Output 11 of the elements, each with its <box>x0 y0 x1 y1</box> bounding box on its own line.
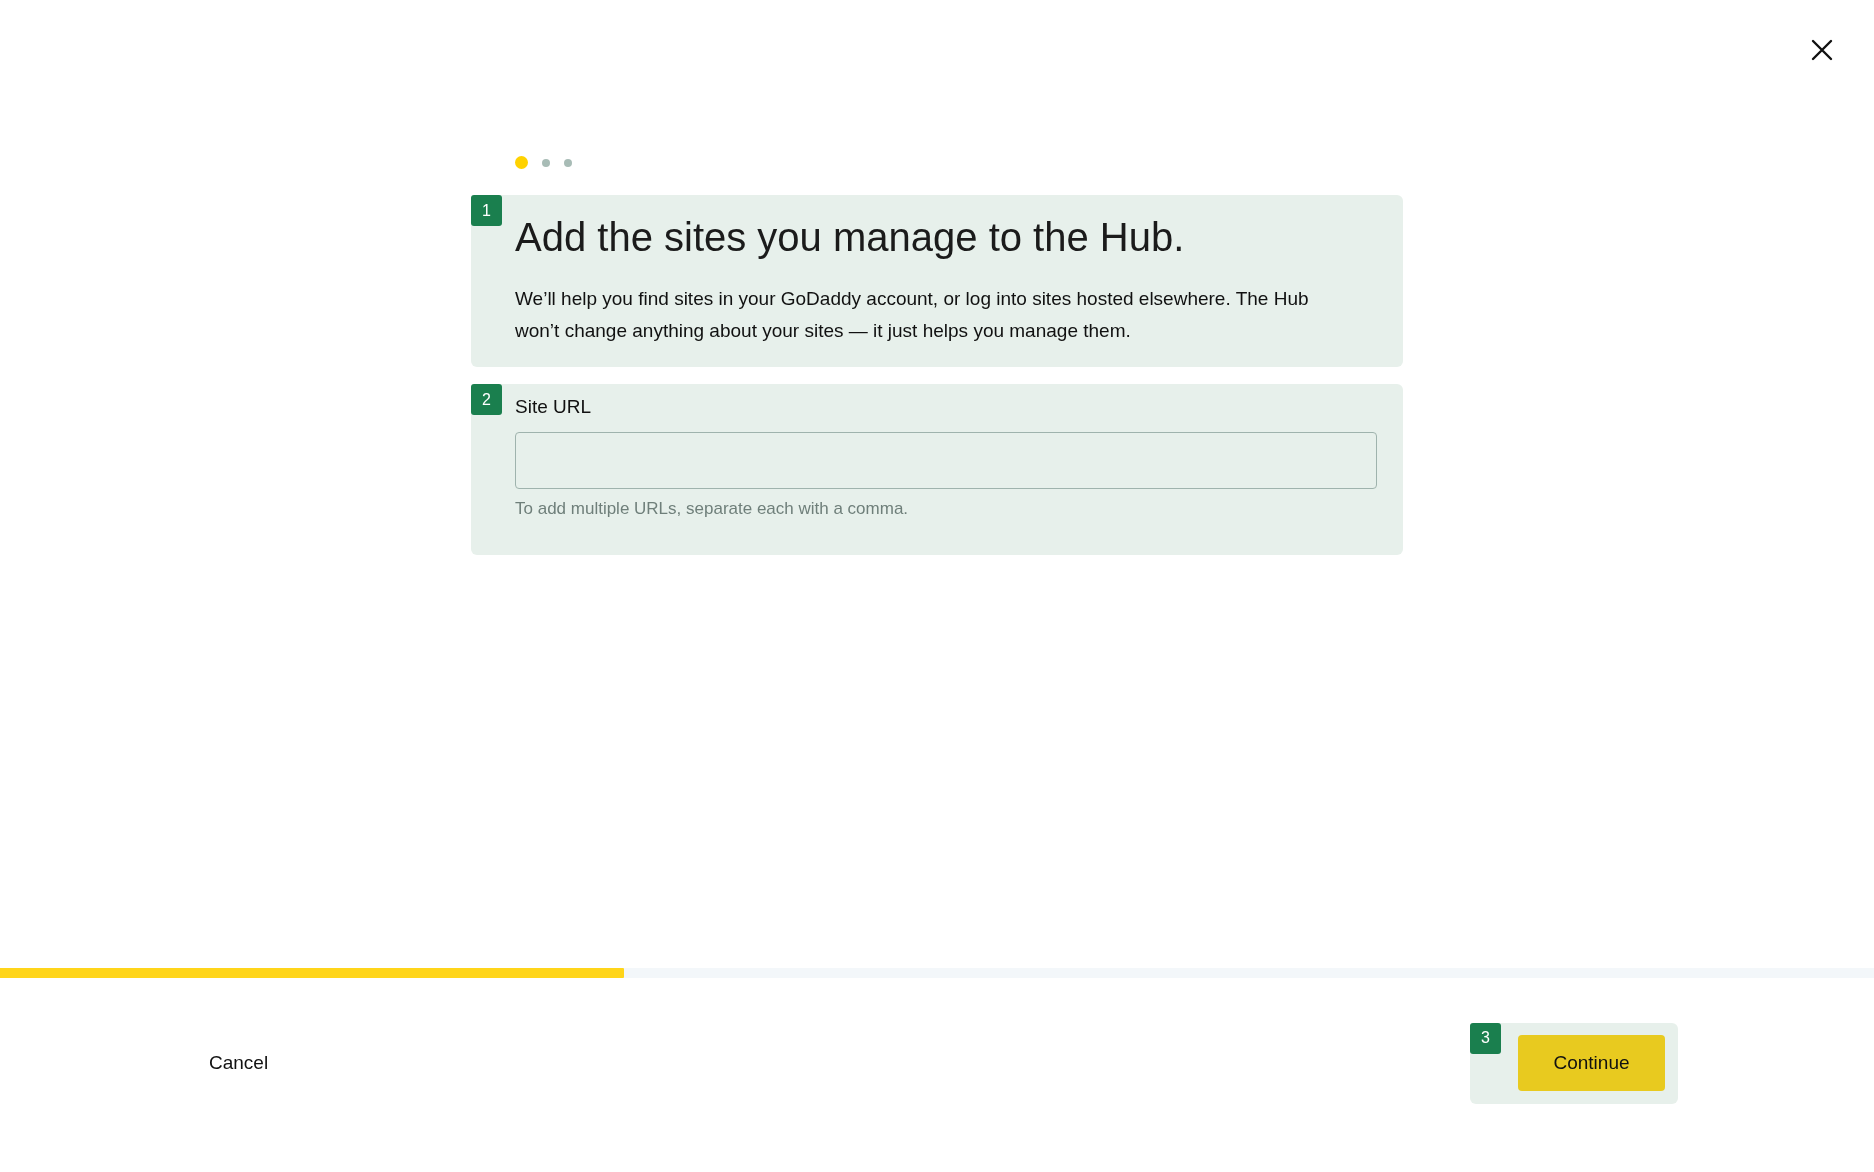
close-icon <box>1810 38 1834 62</box>
field-label: Site URL <box>515 395 593 419</box>
page-title: Add the sites you manage to the Hub. <box>515 214 1186 261</box>
step-number-badge: 3 <box>1470 1022 1501 1054</box>
field-hint: To add multiple URLs, separate each with a comma. <box>515 498 910 520</box>
intro-text: We’ll help you find sites in your GoDaddy account, or log into sites hosted elsewhere. The Hub won’t change anything about your sites — it just helps you manage them. <box>515 287 1310 343</box>
site-url-field[interactable] <box>515 432 1377 489</box>
step-number-badge: 1 <box>471 195 502 226</box>
cancel-button[interactable]: Cancel <box>200 1040 278 1086</box>
continue-button[interactable]: Continue <box>1518 1035 1665 1091</box>
step-number-badge: 2 <box>471 384 502 415</box>
